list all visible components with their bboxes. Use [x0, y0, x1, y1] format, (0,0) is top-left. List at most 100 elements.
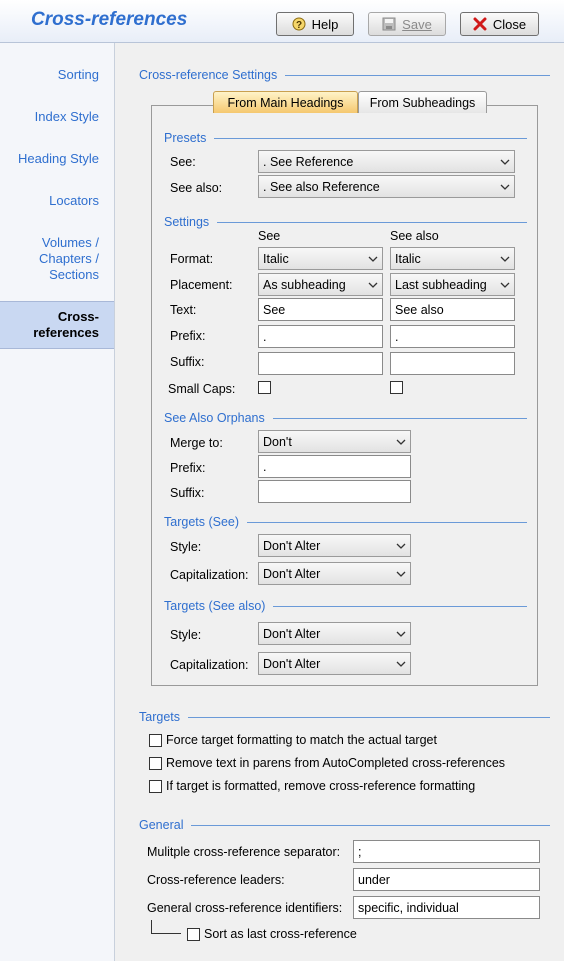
checkbox[interactable]	[149, 756, 162, 770]
see-also-preset-select[interactable]: . See also Reference	[258, 175, 515, 198]
tab-from-subheadings[interactable]: From Subheadings	[358, 91, 487, 113]
placement-see-select[interactable]: As subheading	[258, 273, 383, 296]
divider	[191, 824, 550, 826]
select-value: Italic	[263, 251, 289, 266]
sidebar-item-label: references	[33, 325, 99, 340]
small-caps-label: Small Caps:	[168, 382, 236, 396]
leaders-label: Cross-reference leaders:	[147, 873, 285, 887]
sidebar-item-heading-style[interactable]: Heading Style	[18, 151, 99, 167]
text-see-input[interactable]: See	[258, 298, 383, 321]
targets-see-also-cap-select[interactable]: Don't Alter	[258, 652, 411, 675]
leaders-input[interactable]: under	[353, 868, 540, 891]
divider	[285, 74, 550, 76]
orphan-prefix-input[interactable]: .	[258, 455, 411, 478]
chevron-down-icon	[364, 282, 382, 288]
save-label: Save	[402, 16, 432, 32]
format-see-select[interactable]: Italic	[258, 247, 383, 270]
placement-label: Placement:	[170, 278, 233, 292]
save-icon	[382, 17, 396, 31]
see-preset-select[interactable]: . See Reference	[258, 150, 515, 173]
text-label: Text:	[170, 303, 197, 317]
sidebar-item-cross-references[interactable]: Cross- references	[0, 301, 114, 349]
targets-see-style-label: Style:	[170, 540, 202, 554]
chevron-down-icon	[392, 661, 410, 667]
small-caps-see-checkbox[interactable]	[258, 381, 271, 394]
select-value: . See Reference	[263, 154, 354, 169]
section-presets: Presets	[164, 131, 527, 145]
sidebar-item-index-style[interactable]: Index Style	[35, 109, 99, 125]
checkbox[interactable]	[149, 733, 162, 747]
select-value: Last subheading	[395, 277, 487, 292]
chevron-down-icon	[392, 631, 410, 637]
column-header-see-also: See also	[390, 229, 439, 243]
sidebar-item-label: Volumes /	[41, 235, 99, 250]
orphan-suffix-label: Suffix:	[170, 486, 205, 500]
section-targets-see: Targets (See)	[164, 515, 527, 529]
section-title: Targets (See)	[164, 515, 240, 529]
prefix-see-input[interactable]: .	[258, 325, 383, 348]
format-see-also-select[interactable]: Italic	[390, 247, 515, 270]
select-value: . See also Reference	[263, 179, 380, 194]
checkbox[interactable]	[149, 779, 162, 793]
select-value: Don't Alter	[263, 566, 321, 581]
merge-to-label: Merge to:	[170, 436, 223, 450]
targets-see-cap-select[interactable]: Don't Alter	[258, 562, 411, 585]
chevron-down-icon	[392, 439, 410, 445]
section-title: Cross-reference Settings	[139, 68, 278, 82]
save-button[interactable]: Save	[368, 12, 446, 36]
section-title: Targets (See also)	[164, 599, 266, 613]
prefix-see-also-input[interactable]: .	[390, 325, 515, 348]
option-label: Sort as last cross-reference	[204, 927, 357, 941]
separator-input[interactable]: ;	[353, 840, 540, 863]
chevron-down-icon	[496, 184, 514, 190]
force-target-formatting-option[interactable]: Force target formatting to match the act…	[149, 733, 437, 747]
chevron-down-icon	[392, 543, 410, 549]
chevron-down-icon	[496, 256, 514, 262]
option-label: Force target formatting to match the act…	[166, 733, 437, 747]
orphan-suffix-input[interactable]	[258, 480, 411, 503]
sidebar-item-label: Sections	[49, 267, 99, 282]
select-value: Don't Alter	[263, 626, 321, 641]
sidebar-item-sorting[interactable]: Sorting	[58, 67, 99, 83]
prefix-label: Prefix:	[170, 329, 206, 343]
close-label: Close	[492, 16, 527, 32]
divider	[217, 221, 527, 223]
section-general: General	[139, 818, 550, 832]
remove-xref-formatting-option[interactable]: If target is formatted, remove cross-ref…	[149, 779, 475, 793]
close-button[interactable]: Close	[460, 12, 539, 36]
sidebar-item-volumes[interactable]: Volumes / Chapters / Sections	[39, 235, 99, 283]
close-icon	[473, 17, 487, 31]
sidebar-item-locators[interactable]: Locators	[49, 193, 99, 209]
chevron-down-icon	[496, 159, 514, 165]
section-title: Targets	[139, 710, 180, 724]
select-value: Italic	[395, 251, 421, 266]
help-button[interactable]: ? Help	[276, 12, 354, 36]
sidebar-item-label: Chapters /	[39, 251, 99, 266]
targets-see-cap-label: Capitalization:	[170, 568, 249, 582]
svg-text:?: ?	[296, 20, 302, 31]
see-also-preset-label: See also:	[170, 181, 223, 195]
tab-from-main-headings[interactable]: From Main Headings	[213, 91, 358, 113]
suffix-see-also-input[interactable]	[390, 352, 515, 375]
placement-see-also-select[interactable]: Last subheading	[390, 273, 515, 296]
see-preset-label: See:	[170, 155, 196, 169]
targets-see-also-style-select[interactable]: Don't Alter	[258, 622, 411, 645]
suffix-see-input[interactable]	[258, 352, 383, 375]
text-see-also-input[interactable]: See also	[390, 298, 515, 321]
option-label: Remove text in parens from AutoCompleted…	[166, 756, 506, 770]
help-label: Help	[311, 16, 339, 32]
select-value: Don't	[263, 434, 292, 449]
checkbox[interactable]	[187, 927, 200, 941]
sort-as-last-option[interactable]: Sort as last cross-reference	[187, 927, 357, 941]
sidebar-item-label: Cross-	[57, 309, 99, 324]
divider	[214, 137, 527, 139]
merge-to-select[interactable]: Don't	[258, 430, 411, 453]
sidebar: Sorting Index Style Heading Style Locato…	[0, 43, 115, 961]
section-cross-reference-settings: Cross-reference Settings	[139, 68, 550, 82]
page-title: Cross-references	[31, 9, 188, 30]
tree-connector	[151, 920, 181, 934]
remove-parens-text-option[interactable]: Remove text in parens from AutoCompleted…	[149, 756, 505, 770]
small-caps-see-also-checkbox[interactable]	[390, 381, 403, 394]
targets-see-style-select[interactable]: Don't Alter	[258, 534, 411, 557]
identifiers-input[interactable]: specific, individual	[353, 896, 540, 919]
